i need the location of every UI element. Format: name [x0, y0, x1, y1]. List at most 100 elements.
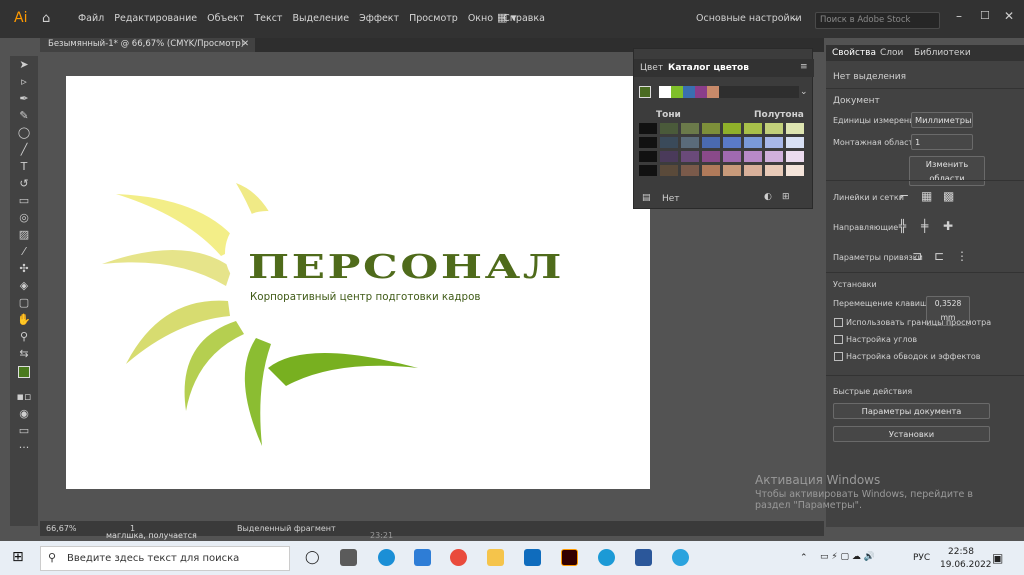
swatch[interactable]	[786, 165, 804, 176]
word-icon[interactable]	[635, 549, 652, 566]
tab-layers[interactable]: Слои	[880, 48, 903, 58]
swatch[interactable]	[723, 137, 741, 148]
store-icon[interactable]	[414, 549, 431, 566]
new-swatch-icon[interactable]: ⊞	[782, 192, 790, 202]
swatch[interactable]	[702, 137, 720, 148]
color-mode-icon[interactable]: ▪▫	[10, 388, 38, 405]
swatch-grid[interactable]	[639, 123, 809, 181]
maximize-button[interactable]: ☐	[980, 9, 990, 22]
workspace-switcher[interactable]: Основные настройки	[696, 13, 802, 24]
swatch[interactable]	[744, 123, 762, 134]
chevron-down-icon[interactable]: ⌄	[800, 87, 808, 97]
swap-colors-icon[interactable]: ⇆	[10, 345, 38, 362]
swatch[interactable]	[639, 123, 657, 134]
document-setup-button[interactable]: Параметры документа	[833, 403, 990, 419]
swatch[interactable]	[786, 137, 804, 148]
smart-guides-icon[interactable]: ✚	[943, 219, 953, 233]
taskbar-search-input[interactable]: Введите здесь текст для поиска	[40, 546, 290, 571]
widgets-icon[interactable]	[340, 549, 357, 566]
file-explorer-icon[interactable]	[487, 549, 504, 566]
checkbox-strokes-effects[interactable]	[834, 352, 843, 361]
snap-glyph-icon[interactable]: ⋮	[956, 249, 968, 263]
swatch[interactable]	[765, 151, 783, 162]
windows-start-icon[interactable]: ⊞	[12, 549, 24, 565]
snap-point-icon[interactable]: ⊐	[912, 249, 922, 263]
swatch[interactable]	[660, 123, 678, 134]
minimize-button[interactable]: –	[956, 9, 962, 23]
grid-icon[interactable]: ▦	[921, 189, 932, 203]
tray-expand-icon[interactable]: ⌃	[800, 553, 808, 563]
swatch[interactable]	[639, 165, 657, 176]
checkbox-corners[interactable]	[834, 335, 843, 344]
artboard-icon[interactable]: ▢	[10, 294, 38, 311]
language-indicator[interactable]: РУС	[913, 553, 930, 563]
screen-mode-icon[interactable]: ▭	[10, 422, 38, 439]
menu-view[interactable]: Просмотр	[409, 13, 458, 24]
more-tools-icon[interactable]: ···	[10, 439, 38, 456]
lock-guides-icon[interactable]: ╪	[921, 219, 928, 233]
swatch[interactable]	[660, 165, 678, 176]
close-tab-icon[interactable]: ✕	[242, 39, 249, 49]
swatch[interactable]	[681, 123, 699, 134]
checkbox-preview-bounds[interactable]	[834, 318, 843, 327]
swatch[interactable]	[786, 123, 804, 134]
arrange-docs-icon[interactable]: ▦ ▾	[497, 11, 516, 24]
shape-builder-icon[interactable]: ◎	[10, 209, 38, 226]
swatch[interactable]	[660, 137, 678, 148]
swatch[interactable]	[765, 165, 783, 176]
swatch[interactable]	[786, 151, 804, 162]
draw-mode-icon[interactable]: ◉	[10, 405, 38, 422]
swatch[interactable]	[681, 137, 699, 148]
gradient-icon[interactable]: ▨	[10, 226, 38, 243]
transparency-grid-icon[interactable]: ▩	[943, 189, 954, 203]
ellipse-icon[interactable]: ◯	[10, 124, 38, 141]
blend-icon[interactable]: ◈	[10, 277, 38, 294]
menu-select[interactable]: Выделение	[292, 13, 349, 24]
tab-libraries[interactable]: Библиотеки	[914, 48, 971, 58]
hand-icon[interactable]: ✋	[10, 311, 38, 328]
edge-icon[interactable]	[378, 549, 395, 566]
swatch[interactable]	[723, 165, 741, 176]
stock-search-input[interactable]: Поиск в Adobe Stock	[815, 12, 940, 29]
zoom-value[interactable]: 66,67%	[46, 524, 77, 533]
home-icon[interactable]: ⌂	[42, 11, 50, 26]
snap-pixel-icon[interactable]: ⊏	[934, 249, 944, 263]
ruler-icon[interactable]: ⌐	[899, 189, 909, 203]
swatch[interactable]	[639, 137, 657, 148]
brush-icon[interactable]: ╱	[10, 141, 38, 158]
menu-object[interactable]: Объект	[207, 13, 244, 24]
app-icon[interactable]	[598, 549, 615, 566]
menu-edit[interactable]: Редактирование	[114, 13, 197, 24]
curvature-icon[interactable]: ✎	[10, 107, 38, 124]
swatch[interactable]	[744, 151, 762, 162]
illustrator-icon[interactable]	[561, 549, 578, 566]
edit-artboards-button[interactable]: Изменить области	[909, 156, 985, 186]
swatch[interactable]	[723, 151, 741, 162]
direct-selection-icon[interactable]: ▹	[10, 73, 38, 90]
panel-menu-icon[interactable]: ≡	[800, 62, 808, 72]
artboard-select[interactable]: 1	[911, 134, 973, 150]
units-select[interactable]: Миллиметры	[911, 112, 973, 128]
recent-colors[interactable]	[659, 86, 799, 98]
document-tab[interactable]: Безымянный-1* @ 66,67% (CMYK/Просмотр) ✕	[40, 38, 255, 52]
menu-text[interactable]: Текст	[254, 13, 282, 24]
swatch[interactable]	[660, 151, 678, 162]
eyedropper-icon[interactable]: ⁄	[10, 243, 38, 260]
tab-color[interactable]: Цвет	[640, 63, 663, 73]
type-icon[interactable]: T	[10, 158, 38, 175]
guides-icon[interactable]: ╬	[899, 219, 906, 233]
swatch-options-icon[interactable]: ◐	[764, 192, 772, 202]
chevron-down-icon[interactable]: ⌄	[791, 13, 799, 23]
notifications-icon[interactable]: ▣	[992, 551, 1003, 565]
chrome-icon[interactable]	[450, 549, 467, 566]
menu-effect[interactable]: Эффект	[359, 13, 399, 24]
menu-file[interactable]: Файл	[78, 13, 104, 24]
swatch[interactable]	[744, 137, 762, 148]
tab-swatches[interactable]: Каталог цветов	[668, 63, 749, 73]
menu-window[interactable]: Окно	[468, 13, 493, 24]
swatch[interactable]	[765, 123, 783, 134]
selection-tool-icon[interactable]: ➤	[10, 56, 38, 73]
swatch[interactable]	[681, 151, 699, 162]
swatch-libraries-icon[interactable]: ▤	[642, 193, 651, 203]
eraser-icon[interactable]: ▭	[10, 192, 38, 209]
